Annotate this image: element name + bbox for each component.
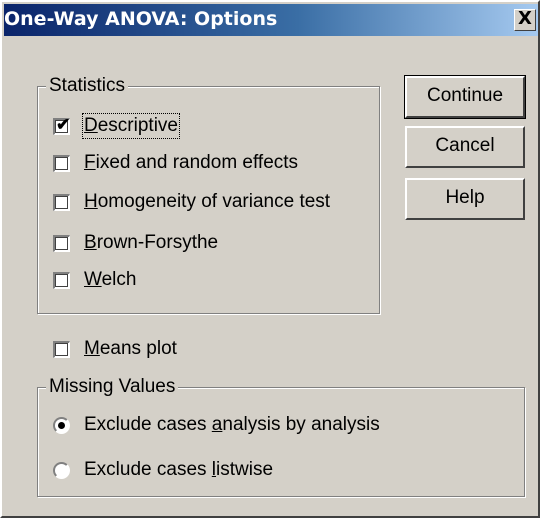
close-button[interactable]: X	[514, 9, 536, 31]
homogeneity-label: Homogeneity of variance test	[84, 191, 331, 212]
exclude-analysis-radio-circle[interactable]	[53, 416, 70, 434]
brown-forsythe-checkbox[interactable]: Brown-Forsythe	[53, 232, 218, 254]
means-plot-checkbox[interactable]: Means plot	[53, 338, 177, 360]
descriptive-label: Descriptive	[82, 113, 180, 139]
exclude-listwise-radio[interactable]: Exclude cases listwise	[53, 459, 273, 481]
welch-checkbox-box[interactable]	[53, 271, 70, 289]
descriptive-checkbox[interactable]: ✔ Descriptive	[53, 113, 180, 139]
exclude-analysis-by-analysis-radio[interactable]: Exclude cases analysis by analysis	[53, 414, 380, 436]
fixed-random-effects-checkbox[interactable]: Fixed and random effects	[53, 152, 298, 174]
descriptive-checkbox-box[interactable]: ✔	[53, 114, 71, 135]
brown-forsythe-checkbox-box[interactable]	[53, 234, 70, 252]
brown-forsythe-label: Brown-Forsythe	[84, 232, 219, 253]
check-mark-icon: ✔	[56, 114, 71, 134]
cancel-button[interactable]: Cancel	[405, 126, 525, 168]
exclude-listwise-radio-circle[interactable]	[53, 461, 70, 479]
title-bar[interactable]: One-Way ANOVA: Options X	[4, 4, 538, 36]
radio-selected-icon	[58, 421, 65, 429]
fixed-random-effects-label: Fixed and random effects	[84, 152, 299, 173]
homogeneity-checkbox-box[interactable]	[53, 193, 70, 211]
welch-label: Welch	[84, 269, 137, 290]
means-plot-checkbox-box[interactable]	[53, 340, 70, 358]
continue-button[interactable]: Continue	[404, 75, 526, 119]
fixed-random-effects-checkbox-box[interactable]	[53, 154, 70, 172]
welch-checkbox[interactable]: Welch	[53, 269, 136, 291]
means-plot-label: Means plot	[84, 338, 177, 359]
anova-options-dialog: One-Way ANOVA: Options X Statistics ✔ De…	[0, 0, 540, 518]
help-button[interactable]: Help	[405, 178, 525, 220]
homogeneity-checkbox[interactable]: Homogeneity of variance test	[53, 191, 330, 213]
window-title: One-Way ANOVA: Options	[4, 8, 278, 30]
exclude-listwise-label: Exclude cases listwise	[84, 459, 274, 480]
exclude-analysis-label: Exclude cases analysis by analysis	[84, 414, 380, 435]
missing-values-legend: Missing Values	[46, 376, 179, 398]
statistics-legend: Statistics	[46, 75, 129, 97]
